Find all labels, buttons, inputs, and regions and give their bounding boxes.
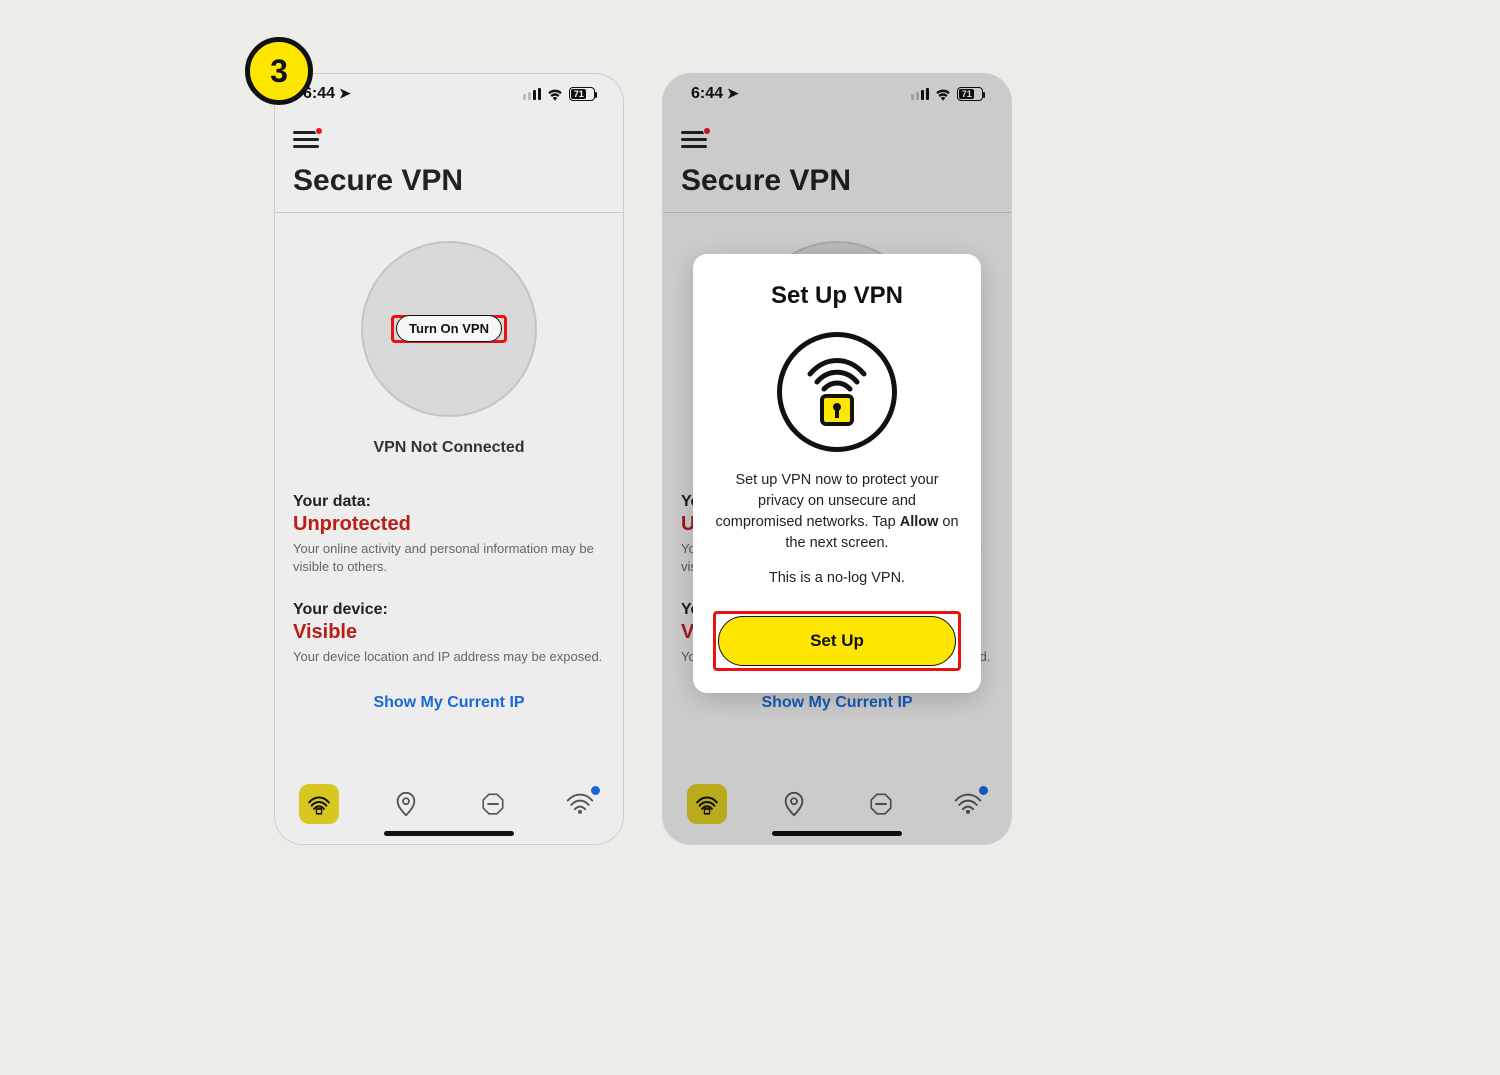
wifi-icon bbox=[546, 87, 564, 101]
show-ip-link[interactable]: Show My Current IP bbox=[275, 694, 623, 712]
modal-nolog: This is a no-log VPN. bbox=[713, 568, 961, 589]
location-icon: ➤ bbox=[339, 85, 351, 102]
data-info-block: Your data: Unprotected Your online activ… bbox=[275, 493, 623, 575]
modal-title: Set Up VPN bbox=[713, 282, 961, 310]
page-title: Secure VPN bbox=[275, 164, 623, 213]
home-indicator bbox=[384, 831, 514, 836]
tab-bar bbox=[275, 764, 623, 844]
tab-vpn[interactable] bbox=[687, 784, 727, 824]
vpn-status-text: VPN Not Connected bbox=[275, 439, 623, 457]
setup-vpn-modal: Set Up VPN Set up VPN now to protect you… bbox=[693, 254, 981, 693]
notification-dot bbox=[979, 786, 988, 795]
page-title: Secure VPN bbox=[663, 164, 1011, 213]
signal-icon bbox=[911, 88, 929, 100]
setup-button[interactable]: Set Up bbox=[718, 616, 956, 666]
vpn-toggle-circle[interactable]: Turn On VPN bbox=[361, 241, 537, 417]
wifi-icon bbox=[934, 87, 952, 101]
device-label: Your device: bbox=[293, 601, 605, 619]
tab-block[interactable] bbox=[861, 784, 901, 824]
status-bar: 6:44 ➤ 71 bbox=[663, 74, 1011, 114]
highlight-turn-on: Turn On VPN bbox=[391, 315, 507, 343]
tab-location[interactable] bbox=[386, 784, 426, 824]
step-badge: 3 bbox=[245, 37, 313, 105]
home-indicator bbox=[772, 831, 902, 836]
step-number: 3 bbox=[270, 53, 288, 90]
phone-screenshot-left: 6:44 ➤ 71 Secure VPN Turn On VPN bbox=[275, 74, 623, 844]
battery-icon: 71 bbox=[957, 87, 983, 101]
device-info-block: Your device: Visible Your device locatio… bbox=[275, 601, 623, 666]
show-ip-link[interactable]: Show My Current IP bbox=[663, 694, 1011, 712]
menu-icon[interactable] bbox=[293, 129, 319, 149]
vpn-lock-icon bbox=[777, 332, 897, 452]
tab-block[interactable] bbox=[473, 784, 513, 824]
modal-allow-word: Allow bbox=[900, 514, 939, 530]
signal-icon bbox=[523, 88, 541, 100]
device-desc: Your device location and IP address may … bbox=[293, 648, 605, 666]
tab-location[interactable] bbox=[774, 784, 814, 824]
tab-wifi-security[interactable] bbox=[948, 784, 988, 824]
data-value: Unprotected bbox=[293, 513, 605, 536]
highlight-setup-button: Set Up bbox=[713, 611, 961, 671]
phone-screenshot-right: 6:44 ➤ 71 Secure VPN Turn On VPN VPN Not… bbox=[663, 74, 1011, 844]
data-label: Your data: bbox=[293, 493, 605, 511]
status-time: 6:44 bbox=[691, 85, 723, 103]
menu-icon[interactable] bbox=[681, 129, 707, 149]
location-icon: ➤ bbox=[727, 85, 739, 102]
modal-body: Set up VPN now to protect your privacy o… bbox=[713, 470, 961, 554]
turn-on-vpn-button[interactable]: Turn On VPN bbox=[396, 315, 502, 342]
data-desc: Your online activity and personal inform… bbox=[293, 540, 605, 575]
tab-bar bbox=[663, 764, 1011, 844]
status-bar: 6:44 ➤ 71 bbox=[275, 74, 623, 114]
tab-wifi-security[interactable] bbox=[560, 784, 600, 824]
tab-vpn[interactable] bbox=[299, 784, 339, 824]
battery-icon: 71 bbox=[569, 87, 595, 101]
notification-dot bbox=[591, 786, 600, 795]
device-value: Visible bbox=[293, 621, 605, 644]
